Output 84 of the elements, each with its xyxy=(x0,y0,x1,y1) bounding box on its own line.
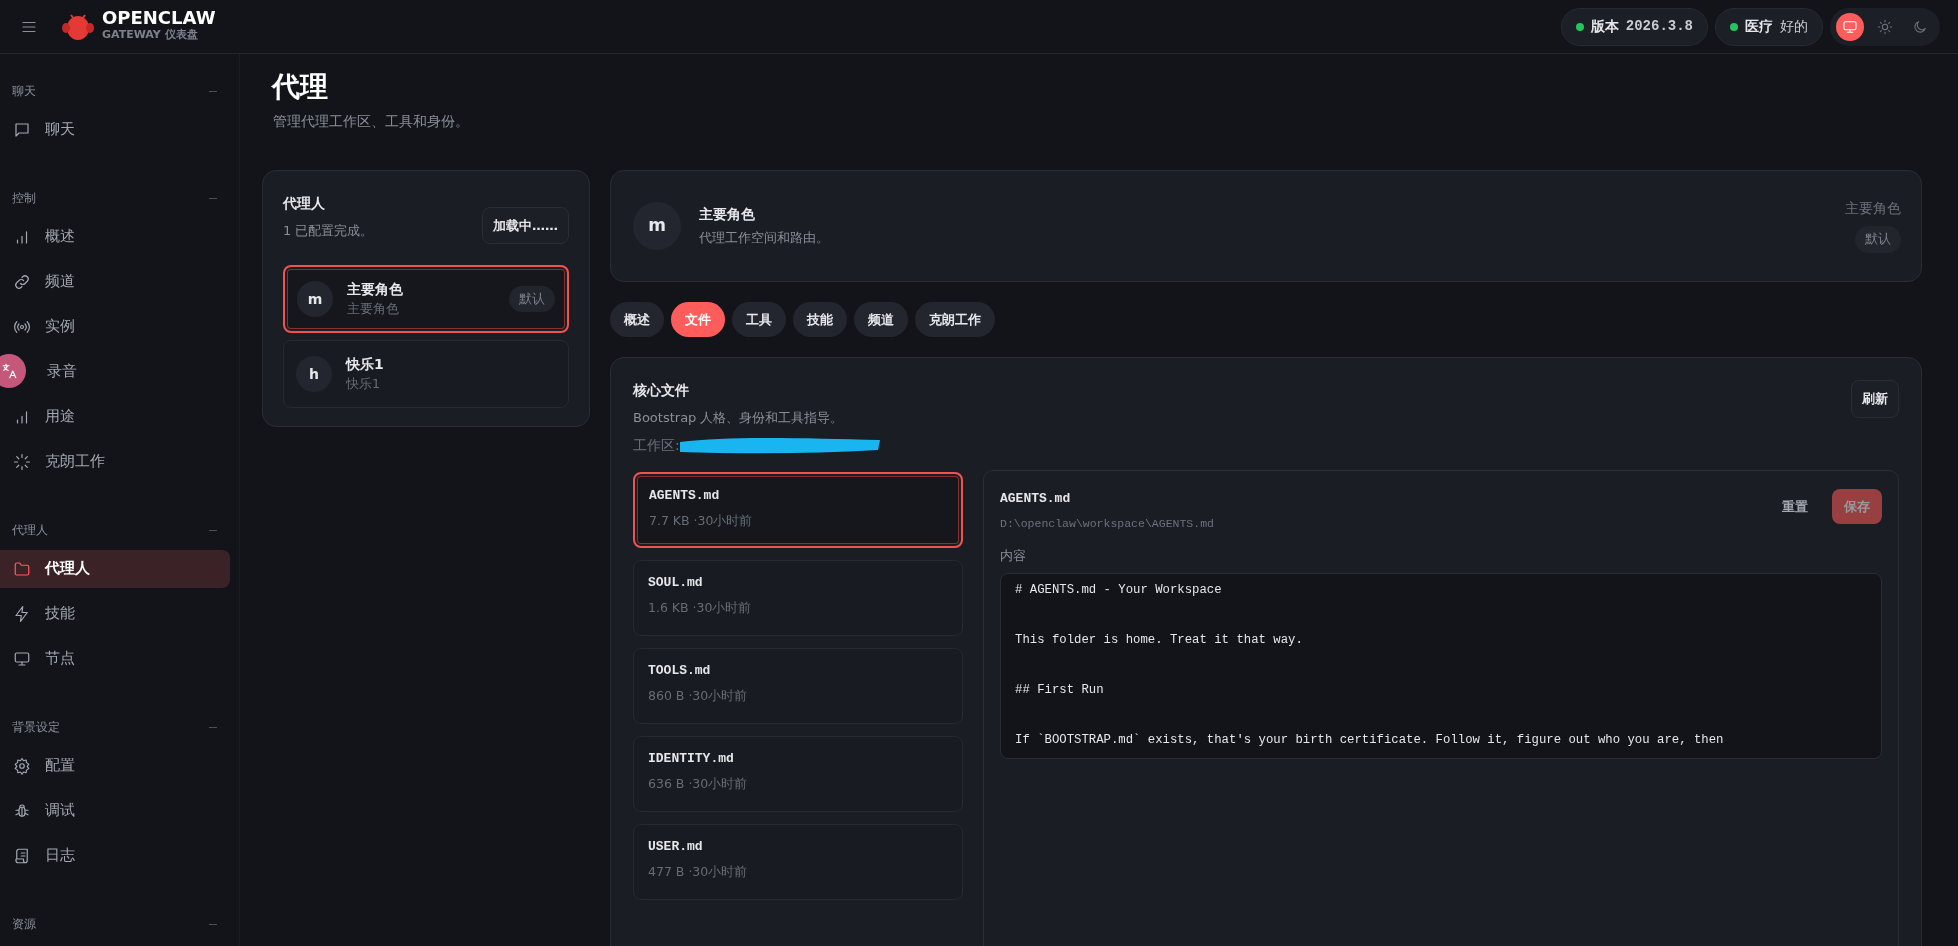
agent-name: 快乐1 xyxy=(346,355,385,375)
section-subtitle: Bootstrap 人格、身份和工具指导。 xyxy=(633,409,845,428)
avatar: m xyxy=(297,281,333,318)
status-value: 2026.3.8 xyxy=(1625,17,1693,36)
file-name: SOUL.md xyxy=(648,573,704,592)
sidebar-item[interactable]: 概述 xyxy=(0,218,230,256)
page-subtitle: 管理代理工作区、工具和身份。 xyxy=(271,111,470,131)
bug-icon xyxy=(13,802,31,820)
monitor-icon xyxy=(13,650,31,668)
tab[interactable]: 工具 xyxy=(732,301,786,338)
file-path: D:\openclaw\workspace\AGENTS.md xyxy=(1000,516,1214,533)
file-meta: 636 B ·30小时前 xyxy=(648,775,749,794)
sidebar-item[interactable]: 调试 xyxy=(0,792,230,830)
refresh-button[interactable]: 刷新 xyxy=(1851,380,1899,418)
link-icon xyxy=(13,273,31,291)
page-title: 代理 xyxy=(272,70,329,104)
nav-group-title: 背景设定 xyxy=(12,719,60,737)
file-name: IDENTITY.md xyxy=(648,749,735,768)
agent-subtitle: 快乐1 xyxy=(346,375,381,394)
status-label: 版本 xyxy=(1590,17,1619,36)
file-meta: 477 B ·30小时前 xyxy=(648,863,749,882)
brand-subtitle: GATEWAY 仪表盘 xyxy=(102,27,199,44)
file-item[interactable]: TOOLS.md 860 B ·30小时前 xyxy=(633,647,963,724)
sidebar-item[interactable]: 日志 xyxy=(0,837,230,875)
sidebar-item[interactable]: 频道 xyxy=(0,263,230,301)
agent-description: 代理工作空间和路由。 xyxy=(698,229,830,248)
sidebar-item[interactable]: 聊天 xyxy=(0,111,230,149)
agent-role: 主要角色 xyxy=(1845,199,1901,219)
scroll-icon xyxy=(13,847,31,865)
panel-subtitle: 1 已配置完成。 xyxy=(283,221,374,240)
content-editor[interactable]: # AGENTS.md - Your Workspace This folder is home. Treat it that way. ## First Run If `BOOTSTRAP.md` exists, that's your birth certificate. Follow it, figure out who you are, then xyxy=(1000,572,1882,759)
file-item[interactable]: IDENTITY.md 636 B ·30小时前 xyxy=(633,735,963,812)
lightning-icon xyxy=(13,605,31,623)
settings-icon xyxy=(13,757,31,775)
tab[interactable]: 概述 xyxy=(610,301,664,338)
avatar: h xyxy=(296,356,332,393)
default-badge: 默认 xyxy=(509,285,555,313)
workspace-label: 工作区: xyxy=(633,435,680,455)
chat-icon xyxy=(13,121,31,139)
agent-item[interactable]: h 快乐1 快乐1 xyxy=(283,340,569,409)
monitor-icon[interactable] xyxy=(1836,12,1864,41)
file-item[interactable]: AGENTS.md 7.7 KB ·30小时前 xyxy=(633,471,963,548)
content-label: 内容 xyxy=(1000,547,1027,566)
status-label: 医疗 xyxy=(1745,17,1773,36)
file-meta: 1.6 KB ·30小时前 xyxy=(648,599,753,618)
agent-name: 主要角色 xyxy=(347,280,404,300)
brand-name: OPENCLAW xyxy=(102,9,216,28)
tab[interactable]: 技能 xyxy=(793,301,847,338)
agent-subtitle: 主要角色 xyxy=(347,300,400,319)
sidebar-item[interactable]: 技能 xyxy=(0,595,230,633)
file-meta: 860 B ·30小时前 xyxy=(648,687,749,706)
nav-group-title: 代理人 xyxy=(12,522,48,540)
sidebar-item[interactable]: 配置 xyxy=(0,747,230,785)
nav-group-title: 资源 xyxy=(12,916,36,934)
translate-icon[interactable] xyxy=(0,354,26,388)
status-value: 好的 xyxy=(1780,17,1808,36)
default-badge: 默认 xyxy=(1855,226,1901,253)
agent-name: 主要角色 xyxy=(698,204,756,224)
tab[interactable]: 克朗工作 xyxy=(915,301,995,338)
folder-icon xyxy=(13,560,31,578)
sidebar-item[interactable]: 实例 xyxy=(0,308,230,346)
nav-group-title: 聊天 xyxy=(12,83,36,101)
nav-group-title: 控制 xyxy=(12,190,36,208)
section-title: 核心文件 xyxy=(633,381,690,401)
broadcast-icon xyxy=(13,318,31,336)
sidebar-item[interactable]: 录音 xyxy=(27,353,230,391)
sidebar-item[interactable]: 节点 xyxy=(0,640,230,678)
agent-item[interactable]: m 主要角色 主要角色 默认 xyxy=(283,265,569,334)
avatar: m xyxy=(633,201,681,250)
file-item[interactable]: SOUL.md 1.6 KB ·30小时前 xyxy=(633,559,963,636)
sidebar-item[interactable]: 用途 xyxy=(0,398,230,436)
sidebar-item[interactable]: 代理人 xyxy=(0,550,230,588)
loading-button[interactable]: 加载中…… xyxy=(482,206,569,245)
file-name: AGENTS.md xyxy=(649,486,721,505)
file-name: TOOLS.md xyxy=(648,661,712,680)
loader-icon xyxy=(13,453,31,471)
panel-title: 代理人 xyxy=(283,193,326,213)
reset-button[interactable]: 重置 xyxy=(1772,488,1818,525)
file-name: USER.md xyxy=(648,837,704,856)
editor-file-name: AGENTS.md xyxy=(1000,489,1072,508)
tab[interactable]: 频道 xyxy=(854,301,908,338)
file-item[interactable]: USER.md 477 B ·30小时前 xyxy=(633,823,963,900)
file-meta: 7.7 KB ·30小时前 xyxy=(649,512,754,531)
sidebar-item[interactable]: 克朗工作 xyxy=(0,443,230,481)
